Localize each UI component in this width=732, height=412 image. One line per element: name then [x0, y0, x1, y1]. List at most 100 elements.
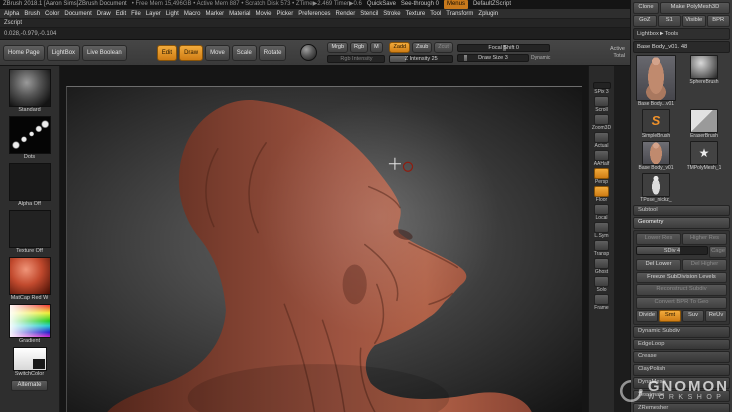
mode-button[interactable]: Edit — [156, 44, 178, 61]
right-shelf-button[interactable]: Local — [590, 204, 614, 221]
menu-item[interactable]: Stroke — [383, 11, 400, 17]
mode-button[interactable]: Move — [205, 44, 230, 61]
lightbox-tools-selector[interactable]: Lightbox►Tools — [633, 27, 730, 40]
cage-button[interactable]: Cage — [709, 245, 727, 258]
right-shelf-button[interactable]: Floor — [590, 186, 614, 203]
menu-item[interactable]: Brush — [24, 11, 40, 17]
zscript-menu-item[interactable]: Zscript — [4, 20, 22, 26]
menu-item[interactable]: Picker — [277, 11, 294, 17]
left-shelf-item[interactable]: Gradient — [6, 304, 54, 345]
tool-top-button[interactable]: GoZ — [633, 14, 657, 27]
menu-item[interactable]: Marker — [205, 11, 224, 17]
sculpt-mode-button[interactable]: Zcut — [434, 41, 453, 54]
tool-thumbnail[interactable]: Base Body...v01 — [633, 54, 679, 107]
menu-item[interactable]: Preferences — [298, 11, 330, 17]
menu-item[interactable]: Transform — [446, 11, 473, 17]
delete-level-button[interactable]: Del Lower — [636, 258, 681, 271]
geometry-section-header[interactable]: Geometry — [633, 217, 730, 230]
menu-item[interactable]: Layer — [146, 11, 161, 17]
mode-button[interactable]: Draw — [179, 44, 204, 61]
palette-section-header[interactable]: Tessimate — [633, 389, 730, 402]
divide-row-button[interactable]: ReUv — [705, 309, 727, 322]
palette-section-header[interactable]: DynaMesh — [633, 376, 730, 389]
left-shelf-item[interactable]: MatCap Red W — [6, 257, 54, 302]
menu-item[interactable]: Material — [229, 11, 250, 17]
right-shelf-button[interactable]: Solo — [590, 276, 614, 293]
paint-mode-button[interactable]: Mrgb — [327, 41, 349, 54]
menu-item[interactable]: Light — [166, 11, 179, 17]
tool-top-button[interactable]: BPR — [706, 14, 730, 27]
resolution-button[interactable]: Lower Res — [636, 233, 681, 245]
material-thumbnail[interactable] — [300, 44, 318, 61]
left-shelf-item[interactable]: Standard — [6, 69, 54, 114]
convert-bpr-button[interactable]: Convert BPR To Geo — [636, 297, 727, 309]
right-shelf-button[interactable]: Persp — [590, 168, 614, 185]
default-zscript-button[interactable]: DefaultZScript — [473, 0, 511, 9]
tool-thumbnail[interactable]: EraserBrush — [681, 108, 727, 139]
right-shelf-button[interactable]: Scroll — [590, 96, 614, 113]
tray-divider[interactable] — [614, 66, 630, 412]
mode-button[interactable]: Scale — [231, 44, 257, 61]
sdiv-slider[interactable]: SDiv 4 — [636, 245, 708, 255]
tool-top-button[interactable]: Visible — [682, 14, 706, 27]
subtool-section-header[interactable]: Subtool — [633, 204, 730, 217]
sculpt-mode-button[interactable]: Zsub — [412, 41, 433, 54]
divide-row-button[interactable]: Suv — [682, 309, 704, 322]
palette-section-header[interactable]: Crease — [633, 351, 730, 364]
menu-item[interactable]: Movie — [256, 11, 272, 17]
sculpt-mode-button[interactable]: Zadd — [389, 41, 411, 54]
menu-item[interactable]: Texture — [406, 11, 426, 17]
menu-item[interactable]: Draw — [97, 11, 111, 17]
tool-thumbnail[interactable]: SimpleBrush — [633, 108, 679, 139]
reconstruct-subdiv-button[interactable]: Reconstruct Subdiv — [636, 284, 727, 297]
menu-item[interactable]: Macro — [184, 11, 201, 17]
divide-row-button[interactable]: Divide — [636, 309, 658, 322]
palette-section-header[interactable]: EdgeLoop — [633, 338, 730, 351]
left-shelf-item[interactable]: SwitchColor — [6, 347, 54, 378]
right-shelf-button[interactable]: SPix 3 — [590, 82, 614, 95]
rgb-intensity-slider[interactable]: Rgb Intensity — [327, 55, 386, 64]
dynamic-toggle[interactable]: Dynamic — [531, 55, 550, 61]
left-shelf-item[interactable]: Dots — [6, 116, 54, 161]
z-intensity-slider[interactable]: Z Intensity 25 — [389, 55, 453, 64]
left-shelf-item[interactable]: Alternate — [6, 380, 54, 391]
current-tool-name[interactable]: Base Body_v01. 48 — [633, 40, 730, 53]
divide-row-button[interactable]: Smt — [659, 309, 681, 322]
focal-shift-slider[interactable]: Focal Shift 0 — [456, 43, 551, 52]
right-shelf-button[interactable]: L.Sym — [590, 222, 614, 239]
nav-button[interactable]: Live Boolean — [82, 44, 127, 61]
menu-item[interactable]: Document — [64, 11, 91, 17]
freeze-subdivision-button[interactable]: Freeze SubDivision Levels — [636, 271, 727, 284]
clone-button[interactable]: Clone — [633, 2, 659, 14]
left-shelf-item[interactable]: Alpha Off — [6, 163, 54, 208]
palette-section-header[interactable]: ZRemesher — [633, 402, 730, 412]
draw-size-slider[interactable]: Draw Size 3 — [456, 53, 529, 62]
tool-thumbnail[interactable]: TMPolyMesh_1 — [681, 140, 727, 171]
palette-section-header[interactable]: Dynamic Subdiv — [633, 325, 730, 338]
make-polymesh3d-button[interactable]: Make PolyMesh3D — [660, 2, 730, 14]
menu-item[interactable]: Stencil — [360, 11, 378, 17]
delete-level-button[interactable]: Del Higher — [682, 258, 727, 271]
mode-button[interactable]: Rotate — [258, 44, 287, 61]
paint-mode-button[interactable]: Rgb — [350, 41, 369, 54]
menu-item[interactable]: File — [131, 11, 141, 17]
tool-thumbnail[interactable]: TPose_nickz_ — [633, 172, 679, 203]
menu-item[interactable]: Render — [336, 11, 356, 17]
right-shelf-button[interactable]: Transp — [590, 240, 614, 257]
right-shelf-button[interactable]: Frame — [590, 294, 614, 311]
document-viewport[interactable] — [66, 86, 582, 412]
tool-thumbnail[interactable]: SphereBrush — [681, 54, 727, 85]
right-shelf-button[interactable]: Ghost — [590, 258, 614, 275]
quicksave-button[interactable]: QuickSave — [367, 0, 396, 9]
menu-item[interactable]: Edit — [116, 11, 126, 17]
menu-item[interactable]: Color — [45, 11, 59, 17]
menu-item[interactable]: Zplugin — [478, 11, 498, 17]
tool-thumbnail[interactable]: Base Body_v01 — [633, 140, 679, 171]
right-shelf-button[interactable]: Actual — [590, 132, 614, 149]
menu-item[interactable]: Alpha — [4, 11, 19, 17]
nav-button[interactable]: LightBox — [46, 44, 81, 61]
right-shelf-button[interactable]: Zoom3D — [590, 114, 614, 131]
nav-button[interactable]: Home Page — [3, 44, 45, 61]
tool-top-button[interactable]: S1 — [657, 14, 681, 27]
left-shelf-item[interactable]: Texture Off — [6, 210, 54, 255]
